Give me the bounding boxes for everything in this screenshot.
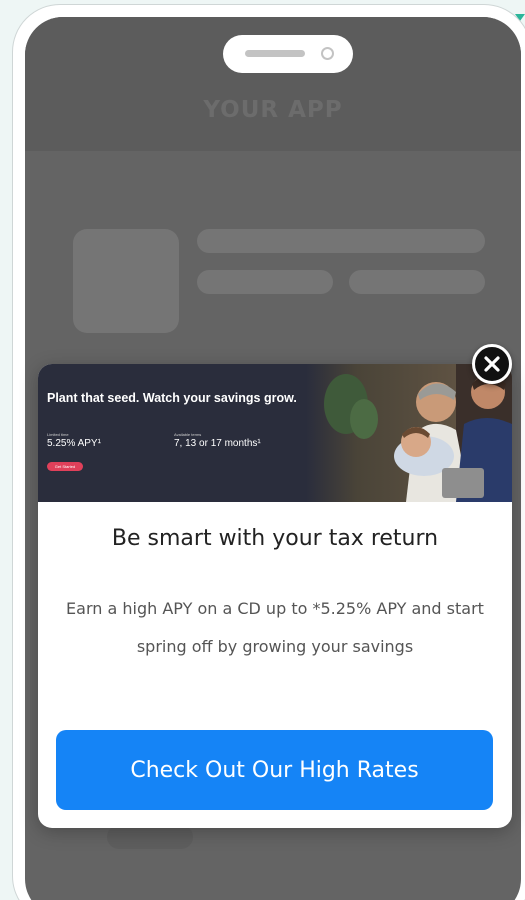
promo-modal: Plant that seed. Watch your savings grow… <box>38 364 512 828</box>
placeholder-thumbnail <box>73 229 179 333</box>
app-header: YOUR APP <box>25 17 521 151</box>
banner-rate-caption: Limited time <box>47 432 69 437</box>
banner-terms: 7, 13 or 17 months¹ <box>174 438 261 449</box>
speaker-slot <box>245 50 305 57</box>
banner-cta-button[interactable]: Get Started <box>47 462 83 471</box>
placeholder-line <box>197 229 485 253</box>
check-rates-button[interactable]: Check Out Our High Rates <box>56 730 493 810</box>
close-icon <box>484 356 500 372</box>
family-photo <box>306 364 512 502</box>
banner-headline: Plant that seed. Watch your savings grow… <box>47 391 297 405</box>
placeholder-line <box>197 270 333 294</box>
modal-heading: Be smart with your tax return <box>111 526 439 551</box>
placeholder-line <box>349 270 485 294</box>
promo-banner: Plant that seed. Watch your savings grow… <box>38 364 512 502</box>
banner-rate: 5.25% APY¹ <box>47 438 101 449</box>
camera-icon <box>321 47 334 60</box>
app-title: YOUR APP <box>203 97 343 123</box>
banner-term-caption: Available terms <box>174 432 202 437</box>
placeholder-line <box>107 825 193 849</box>
close-button[interactable] <box>472 344 512 384</box>
modal-body-text: Earn a high APY on a CD up to *5.25% APY… <box>66 599 484 656</box>
phone-notch <box>223 35 353 73</box>
